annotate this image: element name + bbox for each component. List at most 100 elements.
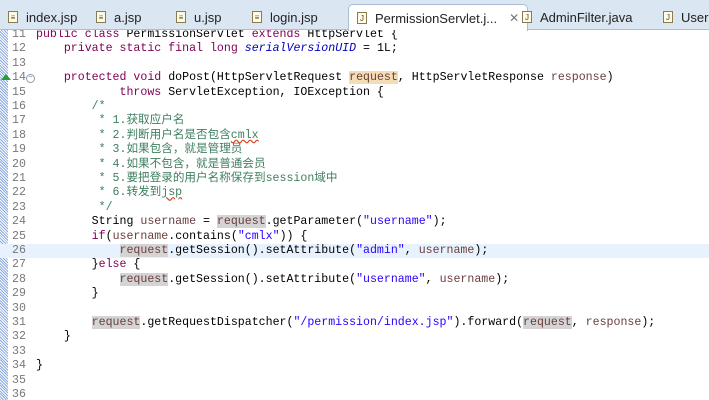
code-token: = 1L;	[356, 42, 398, 56]
code-text: * 6.转发到jsp	[36, 186, 183, 200]
line-number: 15	[12, 85, 26, 99]
variable: request	[119, 244, 169, 257]
tab-userf[interactable]: J UserF	[663, 4, 709, 30]
code-token: .getSession().setAttribute(	[168, 272, 357, 286]
line-number: 18	[12, 128, 26, 142]
code-line: 15 throws ServletException, IOException …	[0, 86, 709, 100]
jsp-file-icon: ≡	[8, 11, 18, 23]
code-line: 35	[0, 374, 709, 388]
code-text: public class PermissionServlet extends H…	[36, 30, 398, 42]
code-token: );	[432, 215, 447, 229]
code-token: PermissionServlet	[126, 30, 252, 41]
code-text: if(username.contains("cmlx")) {	[36, 229, 308, 244]
code-text: * 3.如果包含，就是管理员	[36, 143, 243, 157]
variable: response	[585, 316, 642, 329]
code-line: 28 request.getSession().setAttribute("us…	[0, 272, 709, 287]
code-line: 19 * 3.如果包含，就是管理员	[0, 143, 709, 157]
comment: * 6.转发到	[36, 186, 162, 200]
code-text: * 1.获取应户名	[36, 114, 185, 128]
keyword: else	[98, 258, 127, 272]
code-token: )	[606, 71, 614, 85]
code-token: ,	[571, 316, 586, 329]
tab-label: index.jsp	[26, 9, 78, 25]
code-token: }	[36, 258, 99, 272]
line-number: 26	[12, 244, 26, 257]
code-line: 24 String username = request.getParamete…	[0, 215, 709, 229]
line-number: 13	[12, 56, 26, 70]
line-number: 30	[12, 301, 26, 315]
code-editor[interactable]: 11 public class PermissionServlet extends…	[0, 30, 709, 400]
comment: cmlx	[230, 128, 259, 142]
comment: */	[36, 200, 113, 214]
variable: username	[439, 272, 496, 286]
variable: request	[216, 215, 266, 229]
jsp-file-icon: ≡	[176, 11, 186, 23]
line-number: 31	[12, 316, 26, 329]
line-number: 12	[12, 42, 26, 56]
code-line: 31 request.getRequestDispatcher("/permis…	[0, 316, 709, 330]
code-token: HttpServlet {	[307, 30, 398, 41]
comment: jsp	[161, 186, 183, 200]
code-text: private static final long serialVersionU…	[36, 42, 398, 56]
code-token: ).forward(	[453, 316, 524, 329]
variable: request	[119, 272, 169, 286]
tab-u-jsp[interactable]: ≡ u.jsp	[176, 4, 221, 30]
line-number: 24	[12, 215, 26, 229]
code-line: 17 * 1.获取应户名	[0, 114, 709, 128]
code-line: 16 /*	[0, 100, 709, 114]
code-text: }	[36, 287, 99, 301]
code-token: .getSession().setAttribute(	[168, 244, 357, 257]
code-token: ,	[425, 272, 440, 286]
variable: response	[550, 71, 607, 85]
line-number: 14	[12, 71, 26, 85]
tab-adminfilter-java[interactable]: J AdminFilter.java	[522, 4, 632, 30]
code-text: throws ServletException, IOException {	[36, 86, 384, 100]
line-number: 34	[12, 359, 26, 373]
tab-a-jsp[interactable]: ≡ a.jsp	[96, 4, 141, 30]
tab-label: UserF	[681, 9, 709, 25]
tab-login-jsp[interactable]: ≡ login.jsp	[252, 4, 318, 30]
code-line: 13	[0, 57, 709, 71]
tab-index-jsp[interactable]: ≡ index.jsp	[8, 4, 77, 30]
java-file-icon: J	[522, 11, 532, 23]
string-literal: "username"	[363, 215, 433, 229]
code-text: */	[36, 201, 113, 215]
code-line: 25 if(username.contains("cmlx")) {	[0, 230, 709, 244]
code-line: 20 * 4.如果不包含，就是普通会员	[0, 158, 709, 172]
code-text: * 2.判断用户名是否包含cmlx	[36, 129, 259, 143]
tab-permissionservlet-j[interactable]: J PermissionServlet.j... ✕	[348, 4, 529, 31]
code-token: serialVersionUID	[244, 42, 357, 56]
string-literal: "/permission/index.jsp"	[293, 316, 454, 329]
code-token: }	[36, 330, 71, 344]
fold-collapse-icon[interactable]: −	[26, 74, 35, 84]
string-literal: "cmlx"	[237, 229, 280, 243]
close-tab-icon[interactable]: ✕	[509, 11, 519, 25]
variable: username	[418, 244, 475, 257]
line-number: 23	[12, 200, 26, 214]
code-line: 23 */	[0, 201, 709, 215]
comment: * 1.获取应户名	[36, 114, 185, 128]
code-line: 32 }	[0, 330, 709, 344]
comment: * 5.要把登录的用户名称保存到session域中	[36, 172, 338, 185]
code-token: ServletException, IOException {	[168, 85, 384, 99]
code-text: request.getRequestDispatcher("/permissio…	[36, 316, 655, 330]
code-token: );	[474, 244, 489, 257]
code-token: .contains(	[168, 229, 238, 243]
code-token: String	[36, 215, 141, 229]
keyword: if	[91, 229, 106, 243]
jsp-file-icon: ≡	[252, 11, 262, 23]
code-line: 36	[0, 388, 709, 400]
editor-tab-bar: ≡ index.jsp ≡ a.jsp ≡ u.jsp ≡ login.jsp J Permiss…	[0, 0, 709, 31]
code-text: String username = request.getParameter("…	[36, 215, 447, 229]
line-number: 22	[12, 186, 26, 200]
code-token: .getRequestDispatcher(	[140, 316, 294, 329]
line-number: 21	[12, 172, 26, 185]
variable: request	[349, 71, 398, 85]
code-text: }	[36, 330, 71, 344]
